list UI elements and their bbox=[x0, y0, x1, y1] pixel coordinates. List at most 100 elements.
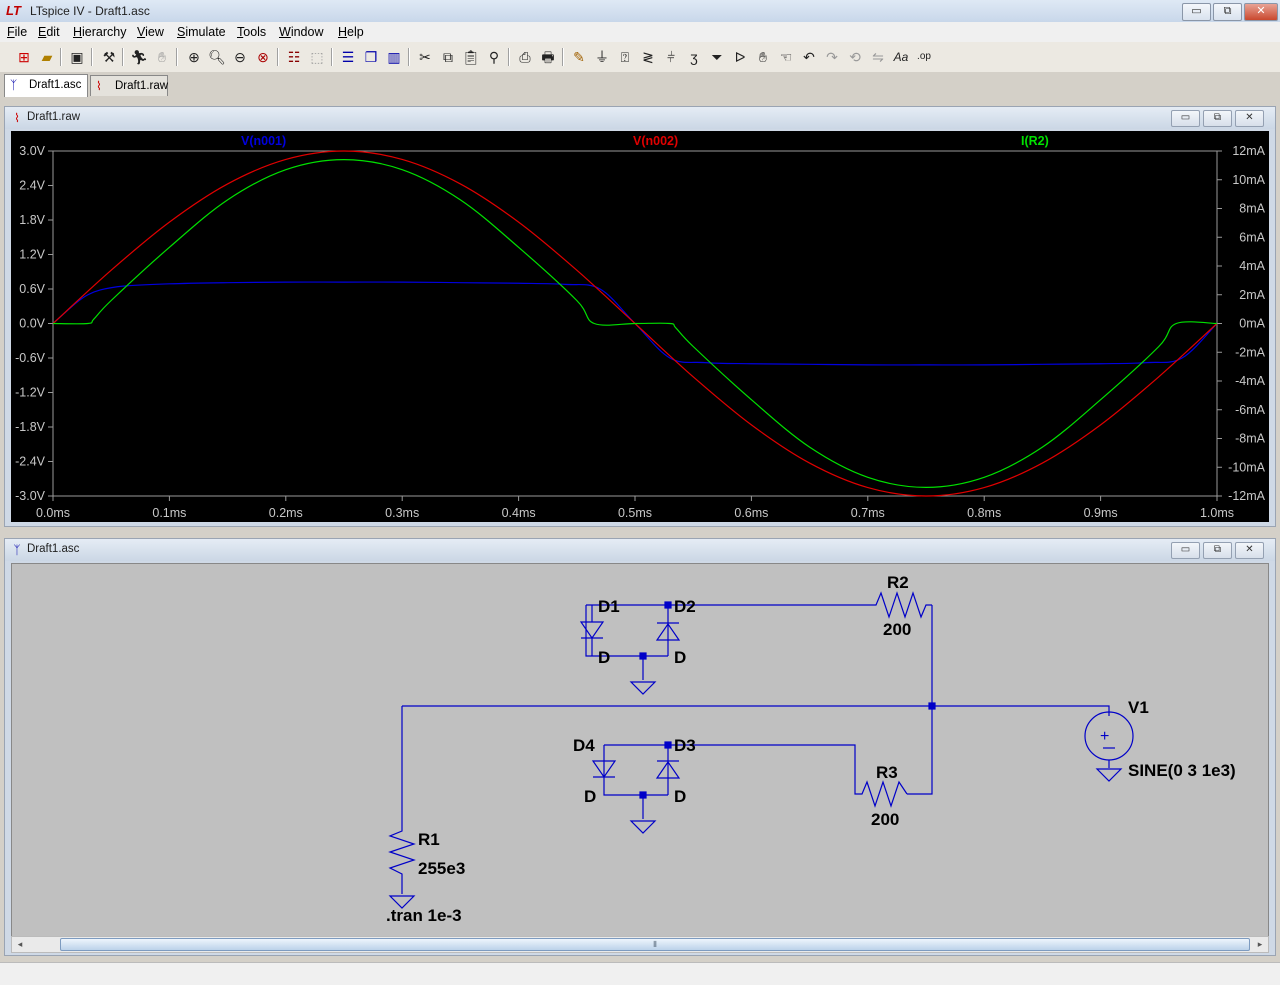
zoom-area-icon[interactable]: 🔍︎ bbox=[207, 47, 227, 67]
schematic-maximize-button[interactable]: ⧉ bbox=[1203, 542, 1232, 559]
scroll-right-icon[interactable]: ▸ bbox=[1253, 938, 1267, 951]
label-r2-value: 200 bbox=[883, 620, 911, 639]
tab-draft1-asc[interactable]: ᛉ Draft1.asc bbox=[4, 74, 88, 97]
label-r1-value: 255e3 bbox=[418, 859, 465, 878]
toolbar-separator bbox=[91, 48, 93, 66]
label-d3-model: D bbox=[674, 787, 686, 806]
toolbar-separator bbox=[408, 48, 410, 66]
scroll-left-icon[interactable]: ◂ bbox=[13, 938, 27, 951]
component-icon[interactable]: ᐅ bbox=[730, 47, 750, 67]
rotate-icon[interactable]: ⟲ bbox=[845, 47, 865, 67]
spice-directive-tran[interactable]: .tran 1e-3 bbox=[386, 906, 462, 925]
y-tick-label-left: 0.0V bbox=[19, 317, 45, 331]
resistor-icon[interactable]: ≷ bbox=[638, 47, 658, 67]
y-tick-label-right: -2mA bbox=[1235, 345, 1266, 359]
horizontal-scrollbar[interactable]: ◂ ⦀ ▸ bbox=[11, 936, 1269, 953]
menu-help[interactable]: Help bbox=[338, 25, 364, 39]
tab-draft1-raw[interactable]: ⌇ Draft1.raw bbox=[90, 75, 168, 96]
legend-V(n001)[interactable]: V(n001) bbox=[241, 134, 286, 148]
plot-window-title: Draft1.raw bbox=[27, 111, 81, 123]
label-r1: R1 bbox=[418, 830, 440, 849]
y-tick-label-right: 4mA bbox=[1239, 259, 1265, 273]
move-icon[interactable]: ✋︎ bbox=[753, 47, 773, 67]
paste-icon[interactable]: 📋︎ bbox=[461, 47, 481, 67]
ltspice-logo-icon: LT bbox=[6, 3, 21, 18]
print-icon[interactable]: 🖶︎ bbox=[538, 47, 558, 67]
label-d4: D4 bbox=[573, 736, 595, 755]
halt-icon[interactable]: ✋︎ bbox=[152, 47, 172, 67]
schematic-canvas[interactable]: + D1 D2 D D D4 D3 D D R2 200 R3 200 V1 S… bbox=[11, 563, 1269, 937]
autorange-icon[interactable]: ☷ bbox=[284, 47, 304, 67]
menu-simulate[interactable]: Simulate bbox=[177, 25, 226, 39]
series-line-I(R2)[interactable] bbox=[52, 159, 1218, 488]
toolbar-separator bbox=[277, 48, 279, 66]
wire-main-node bbox=[401, 705, 1110, 826]
redo-icon[interactable]: ↷ bbox=[822, 47, 842, 67]
wire-top-bridge bbox=[585, 604, 871, 680]
tile-vertical-icon[interactable]: ▥ bbox=[384, 47, 404, 67]
control-panel-icon[interactable]: ⚒ bbox=[99, 47, 119, 67]
label-icon[interactable]: ⍰ bbox=[615, 47, 635, 67]
undo-icon[interactable]: ↶ bbox=[799, 47, 819, 67]
waveform-icon: ⌇ bbox=[14, 111, 20, 125]
plot-maximize-button[interactable]: ⧉ bbox=[1203, 110, 1232, 127]
schematic-window: ᛉ Draft1.asc ▭ ⧉ ✕ + D1 D2 D D D4 D3 D D… bbox=[4, 538, 1276, 956]
resistor-r1[interactable] bbox=[388, 826, 416, 909]
cascade-icon[interactable]: ❐ bbox=[361, 47, 381, 67]
run-icon[interactable]: 🏃︎ bbox=[129, 47, 149, 67]
menu-edit[interactable]: Edit bbox=[38, 25, 60, 39]
new-schematic-icon[interactable]: ⊞ bbox=[14, 47, 34, 67]
open-icon[interactable]: ▰ bbox=[37, 47, 57, 67]
plot-minimize-button[interactable]: ▭ bbox=[1171, 110, 1200, 127]
close-button[interactable]: ✕ bbox=[1244, 3, 1278, 21]
find-icon[interactable]: ⚲ bbox=[484, 47, 504, 67]
y-tick-label-left: -1.8V bbox=[15, 420, 46, 434]
fit-icon[interactable]: ⬚ bbox=[307, 47, 327, 67]
zoom-out-icon[interactable]: ⊖ bbox=[230, 47, 250, 67]
schematic-minimize-button[interactable]: ▭ bbox=[1171, 542, 1200, 559]
x-tick-label: 0.0ms bbox=[36, 506, 70, 520]
plot-window: ⌇ Draft1.raw ▭ ⧉ ✕ 0.0ms 0.1ms 0.2ms 0.3ms 0… bbox=[4, 106, 1276, 527]
inductor-icon[interactable]: ʒ bbox=[684, 47, 704, 67]
menu-view[interactable]: View bbox=[137, 25, 164, 39]
legend-V(n002)[interactable]: V(n002) bbox=[633, 134, 678, 148]
menu-tools[interactable]: Tools bbox=[237, 25, 266, 39]
cut-icon[interactable]: ✂ bbox=[415, 47, 435, 67]
menu-file[interactable]: File bbox=[7, 25, 27, 39]
y-tick-label-left: 1.2V bbox=[19, 248, 45, 262]
text-icon[interactable]: Aa bbox=[891, 47, 911, 67]
ground-icon[interactable]: ⏚ bbox=[592, 47, 612, 67]
copy-icon[interactable]: ⧉ bbox=[438, 47, 458, 67]
schematic-window-title: Draft1.asc bbox=[27, 543, 80, 555]
label-d3: D3 bbox=[674, 736, 696, 755]
schematic-close-button[interactable]: ✕ bbox=[1235, 542, 1264, 559]
toolbar-separator bbox=[331, 48, 333, 66]
voltage-source-v1[interactable] bbox=[1084, 711, 1134, 782]
maximize-button[interactable]: ⧉ bbox=[1213, 3, 1242, 21]
window-title: LTspice IV - Draft1.asc bbox=[30, 4, 150, 18]
resistor-r3[interactable] bbox=[857, 780, 908, 808]
menu-hierarchy[interactable]: Hierarchy bbox=[73, 25, 127, 39]
menu-window[interactable]: Window bbox=[279, 25, 323, 39]
tile-horizontal-icon[interactable]: ☰ bbox=[338, 47, 358, 67]
mirror-icon[interactable]: ⇋ bbox=[868, 47, 888, 67]
save-icon[interactable]: ▣ bbox=[67, 47, 87, 67]
waveform-plot-area[interactable]: 0.0ms 0.1ms 0.2ms 0.3ms 0.4ms 0.5ms 0.6ms 0.7ms… bbox=[11, 131, 1269, 522]
plot-close-button[interactable]: ✕ bbox=[1235, 110, 1264, 127]
title-bar: LT LTspice IV - Draft1.asc ▭ ⧉ ✕ bbox=[0, 0, 1280, 23]
minimize-button[interactable]: ▭ bbox=[1182, 3, 1211, 21]
scrollbar-thumb[interactable]: ⦀ bbox=[60, 938, 1250, 951]
y-tick-label-right: -10mA bbox=[1228, 460, 1265, 474]
wire-icon[interactable]: ✎ bbox=[569, 47, 589, 67]
drag-icon[interactable]: ☜ bbox=[776, 47, 796, 67]
label-d2: D2 bbox=[674, 597, 696, 616]
print-setup-icon[interactable]: ⎙ bbox=[515, 47, 535, 67]
capacitor-icon[interactable]: ⫩ bbox=[661, 47, 681, 67]
diode-icon[interactable]: ⏷ bbox=[707, 47, 727, 67]
legend-I(R2)[interactable]: I(R2) bbox=[1021, 134, 1049, 148]
junction-dot bbox=[639, 791, 647, 799]
junction-dot bbox=[928, 702, 936, 710]
zoom-in-icon[interactable]: ⊕ bbox=[184, 47, 204, 67]
spice-directive-icon[interactable]: .op bbox=[914, 47, 934, 67]
zoom-cancel-icon[interactable]: ⊗ bbox=[253, 47, 273, 67]
